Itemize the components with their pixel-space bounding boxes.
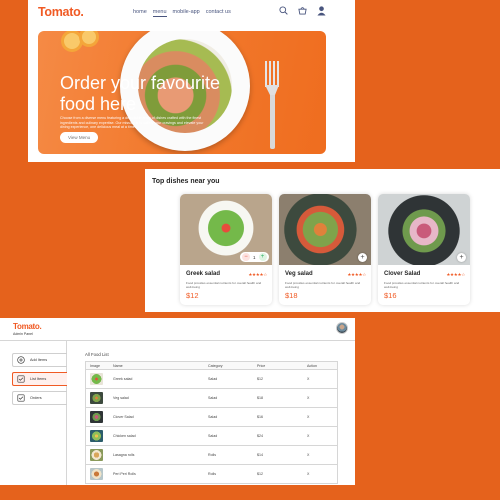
remove-button[interactable]: X bbox=[307, 415, 337, 419]
food-thumbnail bbox=[90, 468, 103, 480]
food-thumbnail bbox=[90, 392, 103, 404]
table-header: Image Name Category Price Action bbox=[85, 361, 338, 370]
remove-button[interactable]: X bbox=[307, 377, 337, 381]
remove-button[interactable]: X bbox=[307, 434, 337, 438]
table-row: Veg salad Salad $18 X bbox=[85, 389, 338, 408]
sidebar-item-label: Add Items bbox=[30, 358, 48, 362]
basket-icon[interactable] bbox=[298, 6, 307, 15]
table-row: Peri Peri Rolls Rolls $12 X bbox=[85, 465, 338, 484]
table-row: Lasagna rolls Rolls $14 X bbox=[85, 446, 338, 465]
admin-subtitle: Admin Panel bbox=[13, 332, 33, 336]
add-circle-icon bbox=[17, 356, 25, 364]
column-header: Price bbox=[257, 363, 266, 368]
food-name-cell: Chicken salad bbox=[113, 434, 136, 438]
view-menu-button[interactable]: View Menu bbox=[60, 132, 99, 143]
remove-icon[interactable]: − bbox=[242, 253, 250, 261]
admin-logo: Tomato. bbox=[13, 322, 42, 331]
table-row: Greek salad Salad $12 X bbox=[85, 370, 338, 389]
category-cell: Salad bbox=[208, 377, 218, 381]
sidebar-item-add-items[interactable]: Add Items bbox=[12, 353, 67, 367]
search-icon[interactable] bbox=[279, 6, 288, 15]
food-card[interactable]: + Clover Salad ★★★★☆ Food provides essen… bbox=[378, 194, 470, 305]
nav-mobile-app[interactable]: mobile-app bbox=[173, 9, 200, 17]
remove-button[interactable]: X bbox=[307, 453, 337, 457]
food-name-cell: Greek salad bbox=[113, 377, 133, 381]
orders-checklist-icon bbox=[17, 394, 25, 402]
main-nav: home menu mobile-app contact us bbox=[133, 9, 231, 17]
list-checklist-icon bbox=[17, 375, 25, 383]
quantity-value: 1 bbox=[253, 254, 256, 260]
admin-sidebar: Add Items List Items Orders bbox=[0, 341, 67, 485]
section-title: Top dishes near you bbox=[152, 178, 220, 185]
remove-button[interactable]: X bbox=[307, 472, 337, 476]
list-title: All Food List bbox=[85, 352, 109, 357]
food-name: Clover Salad bbox=[384, 271, 421, 277]
food-description: Food provides essential nutrients for ov… bbox=[186, 281, 262, 289]
food-name: Greek salad bbox=[186, 271, 221, 277]
food-name-cell: Lasagna rolls bbox=[113, 453, 135, 457]
food-description: Food provides essential nutrients for ov… bbox=[384, 281, 460, 289]
profile-icon[interactable] bbox=[317, 6, 326, 16]
fork-image bbox=[265, 61, 279, 149]
food-description: Food provides essential nutrients for ov… bbox=[285, 281, 361, 289]
price-cell: $24 bbox=[257, 434, 263, 438]
category-cell: Salad bbox=[208, 415, 218, 419]
column-header: Name bbox=[113, 363, 123, 368]
price-cell: $14 bbox=[257, 453, 263, 457]
food-price: $16 bbox=[384, 291, 397, 300]
category-cell: Rolls bbox=[208, 472, 216, 476]
food-name-cell: Peri Peri Rolls bbox=[113, 472, 136, 476]
rating-stars: ★★★★☆ bbox=[347, 272, 366, 277]
rating-stars: ★★★★☆ bbox=[248, 272, 267, 277]
table-row: Clover Salad Salad $16 X bbox=[85, 408, 338, 427]
food-card[interactable]: − 1 + Greek salad ★★★★☆ Food provides es… bbox=[180, 194, 272, 305]
price-cell: $18 bbox=[257, 396, 263, 400]
price-cell: $16 bbox=[257, 415, 263, 419]
column-header: Image bbox=[90, 363, 100, 368]
sidebar-item-list-items[interactable]: List Items bbox=[12, 372, 67, 386]
hero-description: Choose from a diverse menu featuring a d… bbox=[60, 116, 204, 130]
price-cell: $12 bbox=[257, 377, 263, 381]
add-icon[interactable]: + bbox=[457, 253, 466, 262]
quantity-counter: − 1 + bbox=[240, 252, 269, 262]
customer-home-screenshot: Tomato. home menu mobile-app contact us … bbox=[28, 0, 355, 162]
food-name: Veg salad bbox=[285, 271, 313, 277]
nav-menu[interactable]: menu bbox=[152, 9, 167, 17]
food-thumbnail bbox=[90, 411, 103, 423]
hero-title: Order your favourite food here bbox=[60, 73, 221, 114]
column-header: Action bbox=[307, 363, 317, 368]
lemon-slices-image bbox=[61, 31, 99, 52]
top-dishes-screenshot: Top dishes near you − 1 + Greek salad ★★… bbox=[145, 169, 500, 312]
site-logo[interactable]: Tomato. bbox=[38, 5, 84, 19]
category-cell: Rolls bbox=[208, 453, 216, 457]
sidebar-item-label: Orders bbox=[30, 396, 42, 400]
remove-button[interactable]: X bbox=[307, 396, 337, 400]
food-name-cell: Clover Salad bbox=[113, 415, 134, 419]
food-thumbnail bbox=[90, 449, 103, 461]
food-thumbnail bbox=[90, 430, 103, 442]
admin-panel-screenshot: Tomato. Admin Panel Add Items List Items bbox=[0, 318, 355, 485]
price-cell: $12 bbox=[257, 472, 263, 476]
sidebar-item-label: List Items bbox=[30, 377, 47, 381]
column-header: Category bbox=[208, 363, 223, 368]
sidebar-item-orders[interactable]: Orders bbox=[12, 391, 67, 405]
food-thumbnail bbox=[90, 373, 103, 385]
category-cell: Salad bbox=[208, 434, 218, 438]
hero-banner: Order your favourite food here Choose fr… bbox=[38, 31, 326, 154]
add-icon[interactable]: + bbox=[358, 253, 367, 262]
category-cell: Salad bbox=[208, 396, 218, 400]
food-price: $12 bbox=[186, 291, 199, 300]
avatar[interactable] bbox=[336, 322, 348, 334]
food-image bbox=[279, 194, 371, 265]
food-card[interactable]: + Veg salad ★★★★☆ Food provides essentia… bbox=[279, 194, 371, 305]
rating-stars: ★★★★☆ bbox=[446, 272, 465, 277]
add-icon[interactable]: + bbox=[258, 253, 267, 261]
nav-contact-us[interactable]: contact us bbox=[206, 9, 231, 17]
food-list-table: Image Name Category Price Action Greek s… bbox=[85, 361, 338, 484]
food-name-cell: Veg salad bbox=[113, 396, 129, 400]
nav-home[interactable]: home bbox=[133, 9, 147, 17]
table-row: Chicken salad Salad $24 X bbox=[85, 427, 338, 446]
food-image bbox=[378, 194, 470, 265]
food-price: $18 bbox=[285, 291, 298, 300]
